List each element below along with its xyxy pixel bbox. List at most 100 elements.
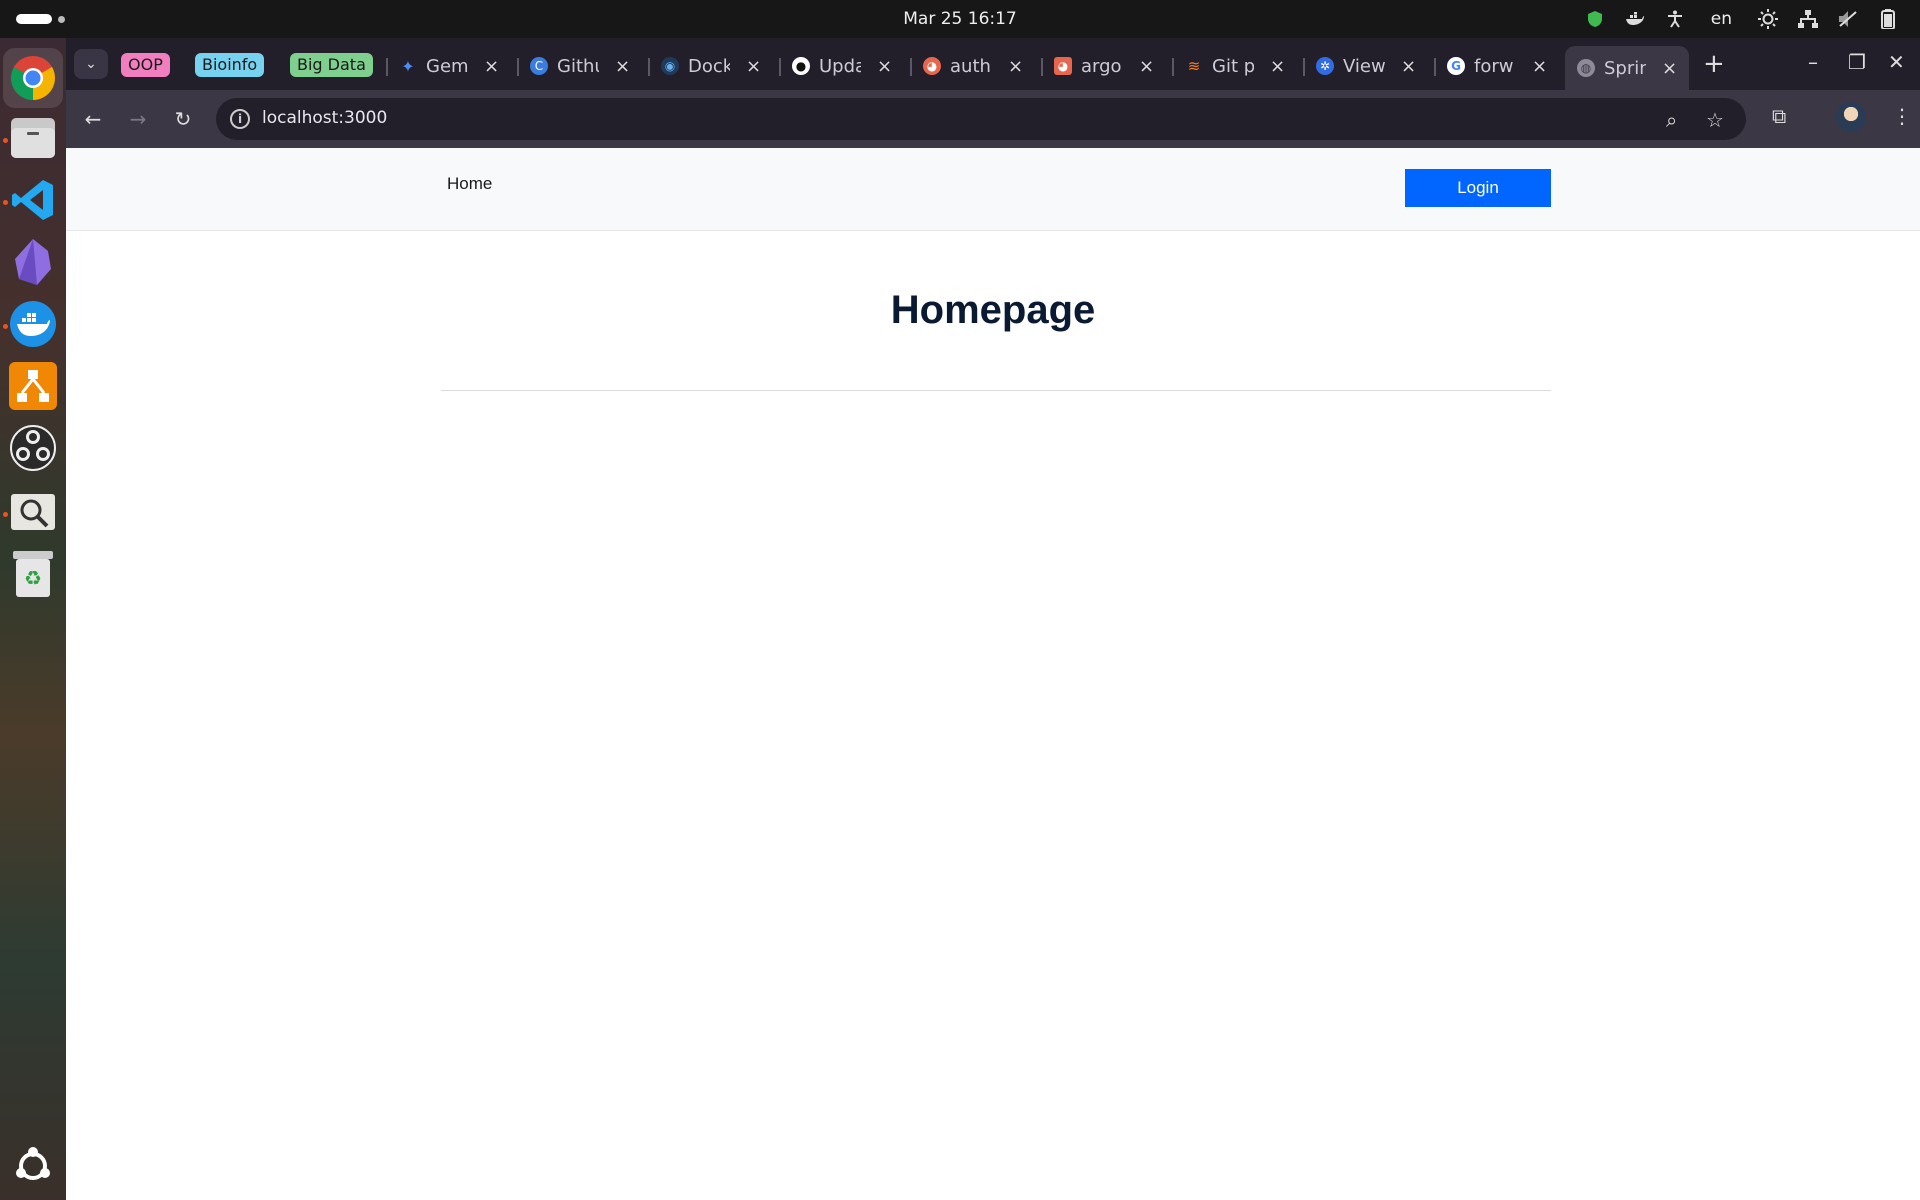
github-icon: ●	[792, 57, 810, 75]
tab-separator	[1041, 58, 1043, 76]
tab-docker[interactable]: ◉ Dock ×	[661, 46, 761, 86]
zoom-icon[interactable]: ⌕	[1666, 108, 1677, 132]
docker-icon[interactable]	[9, 300, 57, 348]
system-top-bar: Mar 25 16:17 en	[0, 0, 1920, 38]
tab-separator	[386, 58, 388, 76]
accessibility-icon[interactable]	[1665, 9, 1685, 29]
close-icon[interactable]: ×	[484, 56, 499, 77]
new-tab-button[interactable]: +	[1703, 49, 1725, 79]
image-viewer-icon[interactable]	[9, 488, 57, 536]
browser-toolbar: ← → ↻ i localhost:3000 ⌕ ☆ ⧉ ⋮	[66, 90, 1920, 148]
tab-title: auth	[950, 55, 991, 77]
network-icon[interactable]	[1798, 9, 1818, 29]
tab-spring-current[interactable]: ◍ Sprin ×	[1565, 46, 1690, 90]
vscode-icon[interactable]	[9, 176, 57, 224]
google-icon: G	[1447, 57, 1465, 75]
minimize-icon[interactable]: –	[1808, 50, 1818, 74]
tab-view[interactable]: ✲ View ×	[1316, 46, 1416, 86]
tab-title: View	[1343, 55, 1385, 77]
site-navbar: Home Login	[66, 148, 1920, 231]
files-running-dot	[3, 138, 8, 143]
vscode-running-dot	[3, 200, 8, 205]
menu-kebab-icon[interactable]: ⋮	[1892, 104, 1912, 128]
language-indicator[interactable]: en	[1711, 9, 1732, 29]
tab-title: forw	[1474, 55, 1514, 77]
tab-title: Dock	[688, 55, 730, 77]
tab-google-forward[interactable]: G forw ×	[1447, 46, 1547, 86]
tab-separator	[648, 58, 650, 76]
close-window-icon[interactable]: ✕	[1888, 50, 1905, 74]
forward-icon[interactable]: →	[125, 106, 151, 132]
tab-gemini[interactable]: ✦ Gemi ×	[399, 46, 499, 86]
stackoverflow-icon: ≋	[1187, 57, 1201, 75]
tab-separator	[1434, 58, 1436, 76]
tab-strip: ⌄ OOP Bioinfo Big Data ✦ Gemi × C Githu …	[66, 38, 1920, 90]
close-icon[interactable]: ×	[1270, 56, 1285, 77]
chrome-icon[interactable]	[3, 48, 63, 108]
page-title: Homepage	[890, 288, 1096, 332]
kubernetes-icon: ✲	[1316, 57, 1334, 75]
close-icon[interactable]: ×	[1401, 56, 1416, 77]
show-apps-icon[interactable]	[9, 1142, 57, 1190]
docker-tray-icon[interactable]	[1625, 9, 1645, 29]
tab-separator	[1303, 58, 1305, 76]
close-icon[interactable]: ×	[877, 56, 892, 77]
dock: ♻	[0, 38, 66, 1200]
close-icon[interactable]: ×	[1532, 56, 1547, 77]
trash-icon[interactable]: ♻	[9, 550, 57, 598]
docker-icon: ◉	[661, 57, 679, 75]
tab-search-button[interactable]: ⌄	[74, 49, 108, 79]
bookmark-star-icon[interactable]: ☆	[1706, 108, 1724, 132]
tab-github-copilot[interactable]: C Githu ×	[530, 46, 630, 86]
back-icon[interactable]: ←	[80, 106, 106, 132]
tab-group-oop[interactable]: OOP	[121, 53, 170, 77]
page-viewport: Home Login Homepage	[66, 148, 1920, 1200]
site-info-icon[interactable]: i	[230, 109, 250, 129]
volume-muted-icon[interactable]	[1838, 9, 1858, 29]
tab-git[interactable]: ≋ Git p ×	[1185, 46, 1285, 86]
tab-github-update[interactable]: ● Upda ×	[792, 46, 892, 86]
tab-group-big-data[interactable]: Big Data	[290, 53, 373, 77]
profile-avatar[interactable]	[1836, 102, 1866, 132]
login-button[interactable]: Login	[1405, 169, 1551, 207]
tab-argo[interactable]: ◕ argo ×	[1054, 46, 1154, 86]
files-icon[interactable]	[9, 114, 57, 162]
close-icon[interactable]: ×	[1008, 56, 1023, 77]
shield-icon[interactable]	[1585, 9, 1605, 29]
docker-running-dot	[3, 324, 8, 329]
argo-icon: ◕	[923, 57, 941, 75]
tab-group-bioinfo[interactable]: Bioinfo	[195, 53, 265, 77]
close-icon[interactable]: ×	[746, 56, 761, 77]
svg-text:♻: ♻	[24, 566, 42, 590]
tab-title: Githu	[557, 55, 599, 77]
url-text[interactable]: localhost:3000	[262, 108, 387, 128]
tab-auth[interactable]: ◕ auth ×	[923, 46, 1023, 86]
close-icon[interactable]: ×	[1662, 58, 1677, 79]
address-bar[interactable]: i localhost:3000 ⌕ ☆	[216, 98, 1746, 140]
tab-title: Gemi	[426, 55, 468, 77]
chevron-down-icon: ⌄	[85, 56, 97, 72]
battery-icon[interactable]	[1878, 9, 1898, 29]
obsidian-icon[interactable]	[9, 238, 57, 286]
obs-icon[interactable]	[9, 424, 57, 472]
gemini-icon: ✦	[401, 56, 415, 76]
copilot-icon: C	[530, 57, 548, 75]
brightness-icon[interactable]	[1758, 9, 1778, 29]
divider	[441, 390, 1551, 391]
nav-home-link[interactable]: Home	[447, 174, 492, 194]
tab-separator	[517, 58, 519, 76]
tab-separator	[910, 58, 912, 76]
tab-separator	[1172, 58, 1174, 76]
extensions-icon[interactable]: ⧉	[1772, 104, 1786, 128]
tab-title: Upda	[819, 55, 861, 77]
tab-title: Git p	[1212, 55, 1254, 77]
system-tray: en	[1585, 7, 1898, 31]
image-viewer-running-dot	[3, 512, 8, 517]
close-icon[interactable]: ×	[615, 56, 630, 77]
reload-icon[interactable]: ↻	[170, 106, 196, 132]
globe-icon: ◍	[1577, 59, 1595, 77]
drawio-icon[interactable]	[9, 362, 57, 410]
browser-window: ⌄ OOP Bioinfo Big Data ✦ Gemi × C Githu …	[66, 38, 1920, 1200]
close-icon[interactable]: ×	[1139, 56, 1154, 77]
restore-icon[interactable]: ❐	[1848, 50, 1866, 74]
